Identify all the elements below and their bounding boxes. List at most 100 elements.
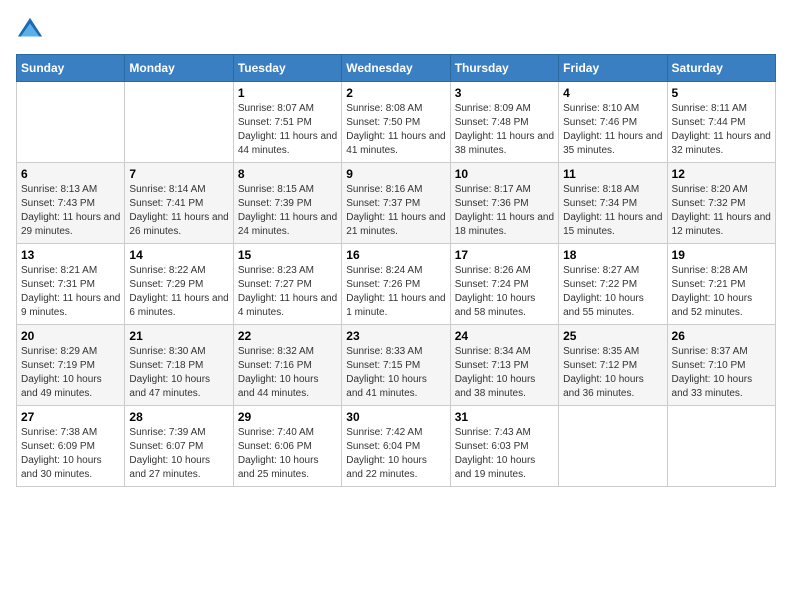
calendar-cell: 5 Sunrise: 8:11 AMSunset: 7:44 PMDaylight… [667,82,775,163]
day-number: 13 [21,248,120,262]
day-info: Sunrise: 7:42 AMSunset: 6:04 PMDaylight:… [346,426,445,482]
page-header [16,16,776,44]
day-info: Sunrise: 8:28 AMSunset: 7:21 PMDaylight:… [672,264,771,320]
calendar-table: SundayMondayTuesdayWednesdayThursdayFrid… [16,54,776,487]
day-number: 24 [455,329,554,343]
day-info: Sunrise: 8:14 AMSunset: 7:41 PMDaylight:… [129,183,228,239]
logo-icon [16,16,44,44]
day-number: 30 [346,410,445,424]
day-info: Sunrise: 8:17 AMSunset: 7:36 PMDaylight:… [455,183,554,239]
calendar-cell: 6 Sunrise: 8:13 AMSunset: 7:43 PMDaylight… [17,163,125,244]
day-number: 29 [238,410,337,424]
day-info: Sunrise: 8:33 AMSunset: 7:15 PMDaylight:… [346,345,445,401]
calendar-cell: 9 Sunrise: 8:16 AMSunset: 7:37 PMDaylight… [342,163,450,244]
day-header-friday: Friday [559,55,667,82]
calendar-cell: 2Sunrise: 8:08 AMSunset: 7:50 PMDaylight… [342,82,450,163]
day-header-sunday: Sunday [17,55,125,82]
calendar-cell: 7 Sunrise: 8:14 AMSunset: 7:41 PMDaylight… [125,163,233,244]
day-number: 12 [672,167,771,181]
day-number: 27 [21,410,120,424]
day-number: 19 [672,248,771,262]
day-number: 20 [21,329,120,343]
day-number: 3 [455,86,554,100]
day-number: 18 [563,248,662,262]
calendar-cell: 31Sunrise: 7:43 AMSunset: 6:03 PMDayligh… [450,406,558,487]
day-info: Sunrise: 8:16 AMSunset: 7:37 PMDaylight:… [346,183,445,239]
calendar-cell [559,406,667,487]
day-info: Sunrise: 8:07 AMSunset: 7:51 PMDaylight:… [238,102,337,158]
calendar-cell: 16 Sunrise: 8:24 AMSunset: 7:26 PMDayligh… [342,244,450,325]
calendar-cell: 21 Sunrise: 8:30 AMSunset: 7:18 PMDayligh… [125,325,233,406]
week-row-3: 13 Sunrise: 8:21 AMSunset: 7:31 PMDayligh… [17,244,776,325]
day-number: 22 [238,329,337,343]
header-row: SundayMondayTuesdayWednesdayThursdayFrid… [17,55,776,82]
day-number: 14 [129,248,228,262]
day-number: 11 [563,167,662,181]
day-number: 4 [563,86,662,100]
calendar-cell: 25Sunrise: 8:35 AMSunset: 7:12 PMDayligh… [559,325,667,406]
calendar-cell: 10 Sunrise: 8:17 AMSunset: 7:36 PMDayligh… [450,163,558,244]
day-info: Sunrise: 8:32 AMSunset: 7:16 PMDaylight:… [238,345,337,401]
day-number: 5 [672,86,771,100]
day-number: 28 [129,410,228,424]
day-info: Sunrise: 8:10 AMSunset: 7:46 PMDaylight:… [563,102,662,158]
calendar-cell: 26 Sunrise: 8:37 AMSunset: 7:10 PMDayligh… [667,325,775,406]
day-number: 17 [455,248,554,262]
day-info: Sunrise: 8:30 AMSunset: 7:18 PMDaylight:… [129,345,228,401]
day-number: 2 [346,86,445,100]
day-info: Sunrise: 8:29 AMSunset: 7:19 PMDaylight:… [21,345,120,401]
day-info: Sunrise: 8:09 AMSunset: 7:48 PMDaylight:… [455,102,554,158]
day-info: Sunrise: 8:21 AMSunset: 7:31 PMDaylight:… [21,264,120,320]
day-info: Sunrise: 8:13 AMSunset: 7:43 PMDaylight:… [21,183,120,239]
day-number: 1 [238,86,337,100]
day-info: Sunrise: 8:22 AMSunset: 7:29 PMDaylight:… [129,264,228,320]
calendar-cell: 17 Sunrise: 8:26 AMSunset: 7:24 PMDayligh… [450,244,558,325]
calendar-cell: 13 Sunrise: 8:21 AMSunset: 7:31 PMDayligh… [17,244,125,325]
day-header-tuesday: Tuesday [233,55,341,82]
day-header-saturday: Saturday [667,55,775,82]
calendar-cell: 23 Sunrise: 8:33 AMSunset: 7:15 PMDayligh… [342,325,450,406]
day-header-wednesday: Wednesday [342,55,450,82]
day-info: Sunrise: 7:43 AMSunset: 6:03 PMDaylight:… [455,426,554,482]
day-info: Sunrise: 8:15 AMSunset: 7:39 PMDaylight:… [238,183,337,239]
calendar-cell: 18 Sunrise: 8:27 AMSunset: 7:22 PMDayligh… [559,244,667,325]
day-number: 6 [21,167,120,181]
day-number: 21 [129,329,228,343]
day-number: 16 [346,248,445,262]
calendar-cell [125,82,233,163]
day-number: 10 [455,167,554,181]
day-info: Sunrise: 8:27 AMSunset: 7:22 PMDaylight:… [563,264,662,320]
day-info: Sunrise: 8:23 AMSunset: 7:27 PMDaylight:… [238,264,337,320]
day-number: 23 [346,329,445,343]
week-row-1: 1 Sunrise: 8:07 AMSunset: 7:51 PMDaylight… [17,82,776,163]
day-info: Sunrise: 7:39 AMSunset: 6:07 PMDaylight:… [129,426,228,482]
day-number: 26 [672,329,771,343]
day-number: 8 [238,167,337,181]
day-number: 9 [346,167,445,181]
logo [16,16,48,44]
day-number: 15 [238,248,337,262]
calendar-cell: 24 Sunrise: 8:34 AMSunset: 7:13 PMDayligh… [450,325,558,406]
calendar-cell: 27Sunrise: 7:38 AMSunset: 6:09 PMDayligh… [17,406,125,487]
calendar-cell: 3 Sunrise: 8:09 AMSunset: 7:48 PMDaylight… [450,82,558,163]
day-number: 7 [129,167,228,181]
day-info: Sunrise: 8:24 AMSunset: 7:26 PMDaylight:… [346,264,445,320]
calendar-cell: 19 Sunrise: 8:28 AMSunset: 7:21 PMDayligh… [667,244,775,325]
day-info: Sunrise: 8:37 AMSunset: 7:10 PMDaylight:… [672,345,771,401]
week-row-2: 6 Sunrise: 8:13 AMSunset: 7:43 PMDaylight… [17,163,776,244]
day-info: Sunrise: 8:34 AMSunset: 7:13 PMDaylight:… [455,345,554,401]
calendar-cell [667,406,775,487]
day-info: Sunrise: 8:11 AMSunset: 7:44 PMDaylight:… [672,102,771,158]
calendar-cell: 11Sunrise: 8:18 AMSunset: 7:34 PMDayligh… [559,163,667,244]
day-info: Sunrise: 8:26 AMSunset: 7:24 PMDaylight:… [455,264,554,320]
day-number: 25 [563,329,662,343]
calendar-cell: 8 Sunrise: 8:15 AMSunset: 7:39 PMDaylight… [233,163,341,244]
calendar-cell: 30 Sunrise: 7:42 AMSunset: 6:04 PMDayligh… [342,406,450,487]
calendar-cell: 29Sunrise: 7:40 AMSunset: 6:06 PMDayligh… [233,406,341,487]
calendar-cell: 4 Sunrise: 8:10 AMSunset: 7:46 PMDaylight… [559,82,667,163]
calendar-cell: 20 Sunrise: 8:29 AMSunset: 7:19 PMDayligh… [17,325,125,406]
week-row-4: 20 Sunrise: 8:29 AMSunset: 7:19 PMDayligh… [17,325,776,406]
day-header-monday: Monday [125,55,233,82]
day-header-thursday: Thursday [450,55,558,82]
week-row-5: 27Sunrise: 7:38 AMSunset: 6:09 PMDayligh… [17,406,776,487]
